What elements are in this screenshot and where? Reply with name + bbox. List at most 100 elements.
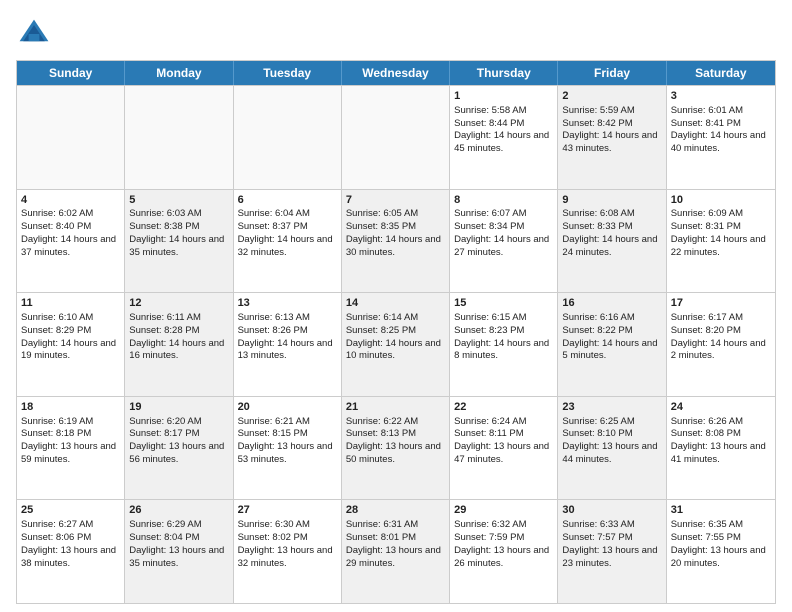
day-number: 5 <box>129 193 228 208</box>
day-number: 22 <box>454 400 553 415</box>
day-number: 7 <box>346 193 445 208</box>
day-cell-10: 10Sunrise: 6:09 AM Sunset: 8:31 PM Dayli… <box>667 190 775 293</box>
header-day-wednesday: Wednesday <box>342 61 450 85</box>
day-number: 24 <box>671 400 771 415</box>
day-info: Sunrise: 6:31 AM Sunset: 8:01 PM Dayligh… <box>346 519 441 568</box>
day-info: Sunrise: 6:05 AM Sunset: 8:35 PM Dayligh… <box>346 208 441 257</box>
day-cell-7: 7Sunrise: 6:05 AM Sunset: 8:35 PM Daylig… <box>342 190 450 293</box>
day-number: 4 <box>21 193 120 208</box>
day-cell-15: 15Sunrise: 6:15 AM Sunset: 8:23 PM Dayli… <box>450 293 558 396</box>
day-cell-2: 2Sunrise: 5:59 AM Sunset: 8:42 PM Daylig… <box>558 86 666 189</box>
day-info: Sunrise: 6:27 AM Sunset: 8:06 PM Dayligh… <box>21 519 116 568</box>
day-info: Sunrise: 6:29 AM Sunset: 8:04 PM Dayligh… <box>129 519 224 568</box>
day-number: 14 <box>346 296 445 311</box>
day-number: 16 <box>562 296 661 311</box>
logo-icon <box>16 16 52 52</box>
day-number: 6 <box>238 193 337 208</box>
day-number: 28 <box>346 503 445 518</box>
day-number: 18 <box>21 400 120 415</box>
day-info: Sunrise: 6:07 AM Sunset: 8:34 PM Dayligh… <box>454 208 549 257</box>
day-number: 17 <box>671 296 771 311</box>
day-info: Sunrise: 6:13 AM Sunset: 8:26 PM Dayligh… <box>238 312 333 361</box>
day-info: Sunrise: 6:20 AM Sunset: 8:17 PM Dayligh… <box>129 416 224 465</box>
day-cell-12: 12Sunrise: 6:11 AM Sunset: 8:28 PM Dayli… <box>125 293 233 396</box>
day-info: Sunrise: 6:08 AM Sunset: 8:33 PM Dayligh… <box>562 208 657 257</box>
day-cell-30: 30Sunrise: 6:33 AM Sunset: 7:57 PM Dayli… <box>558 500 666 603</box>
calendar-week-5: 25Sunrise: 6:27 AM Sunset: 8:06 PM Dayli… <box>17 499 775 603</box>
day-info: Sunrise: 6:24 AM Sunset: 8:11 PM Dayligh… <box>454 416 549 465</box>
calendar-week-2: 4Sunrise: 6:02 AM Sunset: 8:40 PM Daylig… <box>17 189 775 293</box>
day-cell-31: 31Sunrise: 6:35 AM Sunset: 7:55 PM Dayli… <box>667 500 775 603</box>
day-cell-14: 14Sunrise: 6:14 AM Sunset: 8:25 PM Dayli… <box>342 293 450 396</box>
empty-cell <box>125 86 233 189</box>
day-cell-1: 1Sunrise: 5:58 AM Sunset: 8:44 PM Daylig… <box>450 86 558 189</box>
day-info: Sunrise: 6:11 AM Sunset: 8:28 PM Dayligh… <box>129 312 224 361</box>
day-number: 10 <box>671 193 771 208</box>
day-info: Sunrise: 6:22 AM Sunset: 8:13 PM Dayligh… <box>346 416 441 465</box>
day-cell-18: 18Sunrise: 6:19 AM Sunset: 8:18 PM Dayli… <box>17 397 125 500</box>
day-number: 20 <box>238 400 337 415</box>
day-cell-13: 13Sunrise: 6:13 AM Sunset: 8:26 PM Dayli… <box>234 293 342 396</box>
header-day-monday: Monday <box>125 61 233 85</box>
empty-cell <box>17 86 125 189</box>
day-number: 26 <box>129 503 228 518</box>
day-info: Sunrise: 6:04 AM Sunset: 8:37 PM Dayligh… <box>238 208 333 257</box>
header <box>16 16 776 52</box>
day-info: Sunrise: 5:59 AM Sunset: 8:42 PM Dayligh… <box>562 105 657 154</box>
day-number: 29 <box>454 503 553 518</box>
day-number: 11 <box>21 296 120 311</box>
day-number: 21 <box>346 400 445 415</box>
day-number: 12 <box>129 296 228 311</box>
day-info: Sunrise: 6:21 AM Sunset: 8:15 PM Dayligh… <box>238 416 333 465</box>
day-cell-6: 6Sunrise: 6:04 AM Sunset: 8:37 PM Daylig… <box>234 190 342 293</box>
empty-cell <box>234 86 342 189</box>
day-cell-8: 8Sunrise: 6:07 AM Sunset: 8:34 PM Daylig… <box>450 190 558 293</box>
empty-cell <box>342 86 450 189</box>
day-info: Sunrise: 6:14 AM Sunset: 8:25 PM Dayligh… <box>346 312 441 361</box>
day-info: Sunrise: 6:10 AM Sunset: 8:29 PM Dayligh… <box>21 312 116 361</box>
day-cell-9: 9Sunrise: 6:08 AM Sunset: 8:33 PM Daylig… <box>558 190 666 293</box>
day-cell-22: 22Sunrise: 6:24 AM Sunset: 8:11 PM Dayli… <box>450 397 558 500</box>
calendar: SundayMondayTuesdayWednesdayThursdayFrid… <box>16 60 776 604</box>
day-number: 2 <box>562 89 661 104</box>
day-info: Sunrise: 6:02 AM Sunset: 8:40 PM Dayligh… <box>21 208 116 257</box>
calendar-week-3: 11Sunrise: 6:10 AM Sunset: 8:29 PM Dayli… <box>17 292 775 396</box>
day-number: 23 <box>562 400 661 415</box>
calendar-body: 1Sunrise: 5:58 AM Sunset: 8:44 PM Daylig… <box>17 85 775 603</box>
day-cell-17: 17Sunrise: 6:17 AM Sunset: 8:20 PM Dayli… <box>667 293 775 396</box>
day-info: Sunrise: 6:17 AM Sunset: 8:20 PM Dayligh… <box>671 312 766 361</box>
header-day-saturday: Saturday <box>667 61 775 85</box>
day-info: Sunrise: 6:19 AM Sunset: 8:18 PM Dayligh… <box>21 416 116 465</box>
header-day-tuesday: Tuesday <box>234 61 342 85</box>
day-number: 3 <box>671 89 771 104</box>
day-number: 1 <box>454 89 553 104</box>
day-cell-16: 16Sunrise: 6:16 AM Sunset: 8:22 PM Dayli… <box>558 293 666 396</box>
calendar-week-1: 1Sunrise: 5:58 AM Sunset: 8:44 PM Daylig… <box>17 85 775 189</box>
day-cell-21: 21Sunrise: 6:22 AM Sunset: 8:13 PM Dayli… <box>342 397 450 500</box>
day-cell-26: 26Sunrise: 6:29 AM Sunset: 8:04 PM Dayli… <box>125 500 233 603</box>
day-cell-23: 23Sunrise: 6:25 AM Sunset: 8:10 PM Dayli… <box>558 397 666 500</box>
day-info: Sunrise: 6:16 AM Sunset: 8:22 PM Dayligh… <box>562 312 657 361</box>
day-info: Sunrise: 6:25 AM Sunset: 8:10 PM Dayligh… <box>562 416 657 465</box>
day-number: 13 <box>238 296 337 311</box>
day-cell-29: 29Sunrise: 6:32 AM Sunset: 7:59 PM Dayli… <box>450 500 558 603</box>
day-info: Sunrise: 6:35 AM Sunset: 7:55 PM Dayligh… <box>671 519 766 568</box>
day-cell-25: 25Sunrise: 6:27 AM Sunset: 8:06 PM Dayli… <box>17 500 125 603</box>
day-cell-19: 19Sunrise: 6:20 AM Sunset: 8:17 PM Dayli… <box>125 397 233 500</box>
day-number: 8 <box>454 193 553 208</box>
day-number: 25 <box>21 503 120 518</box>
day-info: Sunrise: 6:33 AM Sunset: 7:57 PM Dayligh… <box>562 519 657 568</box>
logo <box>16 16 56 52</box>
day-info: Sunrise: 6:01 AM Sunset: 8:41 PM Dayligh… <box>671 105 766 154</box>
day-number: 9 <box>562 193 661 208</box>
day-cell-5: 5Sunrise: 6:03 AM Sunset: 8:38 PM Daylig… <box>125 190 233 293</box>
day-number: 15 <box>454 296 553 311</box>
day-info: Sunrise: 6:32 AM Sunset: 7:59 PM Dayligh… <box>454 519 549 568</box>
day-cell-28: 28Sunrise: 6:31 AM Sunset: 8:01 PM Dayli… <box>342 500 450 603</box>
day-cell-27: 27Sunrise: 6:30 AM Sunset: 8:02 PM Dayli… <box>234 500 342 603</box>
day-cell-4: 4Sunrise: 6:02 AM Sunset: 8:40 PM Daylig… <box>17 190 125 293</box>
calendar-header: SundayMondayTuesdayWednesdayThursdayFrid… <box>17 61 775 85</box>
day-info: Sunrise: 6:30 AM Sunset: 8:02 PM Dayligh… <box>238 519 333 568</box>
day-number: 31 <box>671 503 771 518</box>
day-cell-3: 3Sunrise: 6:01 AM Sunset: 8:41 PM Daylig… <box>667 86 775 189</box>
